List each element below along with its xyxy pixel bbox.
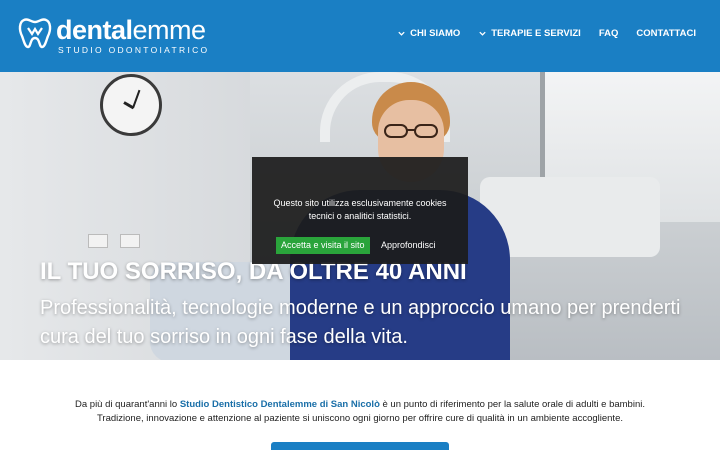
cookie-accept-button[interactable]: Accetta e visita il sito	[276, 237, 370, 254]
wall-clock-image	[100, 74, 162, 136]
cookie-banner: Questo sito utilizza esclusivamente cook…	[252, 157, 468, 264]
wall-outlet-image	[120, 234, 140, 248]
nav-label: CHI SIAMO	[410, 28, 461, 39]
intro-line2: Tradizione, innovazione e attenzione al …	[96, 413, 623, 424]
nav-label: FAQ	[598, 28, 619, 39]
hero-subtitle: Professionalità, tecnologie moderne e un…	[40, 297, 681, 348]
nav-item-faq[interactable]: FAQ	[599, 28, 619, 39]
intro-section: Da più di quarant'anni lo Studio Dentist…	[0, 360, 720, 450]
logo-tagline: STUDIO ODONTOIATRICO	[58, 45, 210, 55]
logo-wordmark: dentalemme	[56, 15, 206, 45]
wall-outlet-image	[88, 234, 108, 248]
main-nav: CHI SIAMO TERAPIE E SERVIZI FAQ CONTATTA…	[397, 28, 696, 39]
cookie-more-link[interactable]: Approfondisci	[381, 237, 436, 254]
nav-label: TERAPIE E SERVIZI	[491, 28, 581, 39]
glasses-image	[384, 124, 438, 138]
nav-item-chi-siamo[interactable]: CHI SIAMO	[397, 28, 460, 39]
chevron-down-icon	[479, 31, 486, 36]
intro-text: Da più di quarant'anni lo Studio Dentist…	[75, 399, 645, 424]
nav-label: CONTATTACI	[636, 28, 696, 39]
site-header: dentalemme STUDIO ODONTOIATRICO CHI SIAM…	[0, 0, 720, 72]
cookie-message: Questo sito utilizza esclusivamente cook…	[273, 198, 447, 221]
nav-item-terapie-e-servizi[interactable]: TERAPIE E SERVIZI	[478, 28, 581, 39]
chevron-down-icon	[398, 31, 405, 36]
tooth-logo-icon	[18, 18, 52, 49]
intro-cta-button[interactable]	[271, 442, 449, 450]
site-logo[interactable]: dentalemme STUDIO ODONTOIATRICO	[18, 14, 218, 58]
nav-item-contattaci[interactable]: CONTATTACI	[636, 28, 696, 39]
intro-highlight: Studio Dentistico Dentalemme di San Nico…	[179, 399, 380, 410]
